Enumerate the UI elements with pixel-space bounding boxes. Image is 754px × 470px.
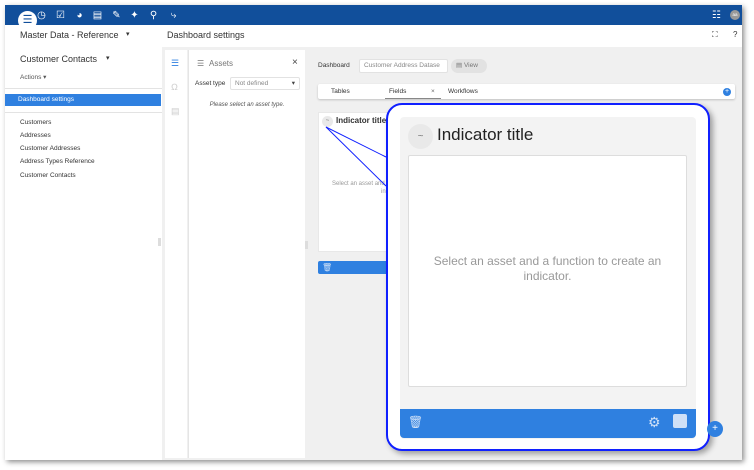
connector-line	[326, 127, 386, 157]
indicator-title[interactable]: Indicator title	[437, 125, 533, 145]
add-indicator-button[interactable]: +	[707, 421, 723, 437]
zoomed-indicator-callout: ~ Indicator title Select an asset and a …	[386, 103, 710, 451]
gear-icon[interactable]: ⚙	[648, 414, 661, 431]
indicator-body: Select an asset and a function to create…	[408, 155, 687, 387]
trash-icon[interactable]: 🗑	[408, 415, 423, 429]
save-icon[interactable]	[673, 414, 687, 428]
indicator-placeholder: Select an asset and a function to create…	[429, 254, 666, 284]
indicator-icon[interactable]: ~	[408, 124, 433, 149]
indicator-card-zoomed: ~ Indicator title Select an asset and a …	[400, 117, 696, 439]
indicator-footer: 🗑 ⚙	[400, 409, 696, 438]
connector-line	[326, 127, 386, 186]
